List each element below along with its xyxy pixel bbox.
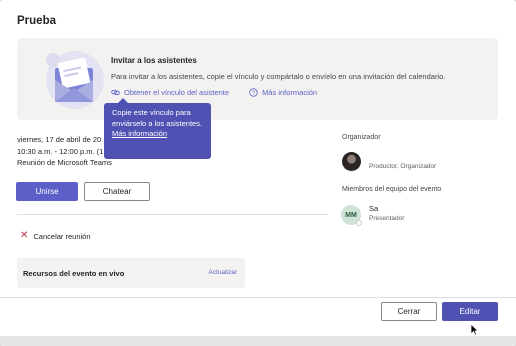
organizer-label: Organizador: [342, 134, 381, 141]
cancel-meeting-label: Cancelar reunión: [33, 231, 91, 241]
get-attendee-link-label: Obtener el vínculo del asistente: [124, 88, 230, 97]
event-details: viernes, 17 de abril de 20 10:30 a.m. - …: [17, 134, 112, 169]
chat-button[interactable]: Chatear: [84, 182, 150, 201]
get-attendee-link[interactable]: Obtener el vínculo del asistente: [111, 88, 229, 97]
close-icon: ✕: [20, 230, 29, 241]
tooltip-arrow: [118, 98, 128, 103]
organizer-avatar[interactable]: [342, 152, 361, 171]
banner-description: Para invitar a los asistentes, copie el …: [111, 72, 446, 81]
mouse-pointer-icon: [470, 323, 479, 336]
event-date: viernes, 17 de abril de 20: [17, 135, 102, 144]
event-location: Reunión de Microsoft Teams: [17, 158, 112, 167]
envelope-illustration: [46, 51, 104, 109]
close-button[interactable]: Cerrar: [381, 302, 437, 321]
event-time: 10:30 a.m. - 12:00 p.m. (1: [17, 146, 104, 156]
join-button[interactable]: Unirse: [16, 182, 78, 201]
presenter-role: Presentador: [369, 215, 405, 222]
info-icon: ?: [249, 88, 258, 97]
live-event-resources: Recursos del evento en vivo Actualizar: [17, 258, 245, 288]
cancel-meeting-button[interactable]: ✕ Cancelar reunión: [20, 231, 91, 241]
more-info-link[interactable]: ? Más información: [249, 88, 317, 97]
link-icon: [111, 89, 120, 96]
footer-divider: [0, 297, 516, 298]
update-resources-link[interactable]: Actualizar: [208, 269, 237, 276]
banner-heading: Invitar a los asistentes: [111, 56, 197, 65]
team-members-label: Miembros del equipo del evento: [342, 186, 442, 193]
tooltip-more-info-link[interactable]: Más información: [112, 129, 167, 138]
organizer-role: Productor, Organizador: [369, 163, 437, 170]
bottom-strip: [0, 336, 516, 346]
banner-links: Obtener el vínculo del asistente ? Más i…: [111, 88, 317, 97]
svg-text:?: ?: [252, 91, 255, 97]
event-details-dialog: Prueba Invitar a los asistentes Para inv…: [0, 0, 516, 346]
dialog-title: Prueba: [17, 15, 56, 27]
resources-title: Recursos del evento en vivo: [23, 269, 125, 278]
edit-button[interactable]: Editar: [442, 302, 498, 321]
copy-link-tooltip: Copie este vínculo para enviárselo a los…: [104, 98, 211, 159]
invite-attendees-banner: Invitar a los asistentes Para invitar a …: [17, 38, 498, 120]
tooltip-text: Copie este vínculo para enviárselo a los…: [112, 108, 203, 128]
section-divider: [17, 214, 328, 215]
more-info-label: Más información: [262, 88, 318, 97]
presenter-name: Sa: [369, 204, 379, 213]
presence-status-icon: [356, 220, 362, 226]
